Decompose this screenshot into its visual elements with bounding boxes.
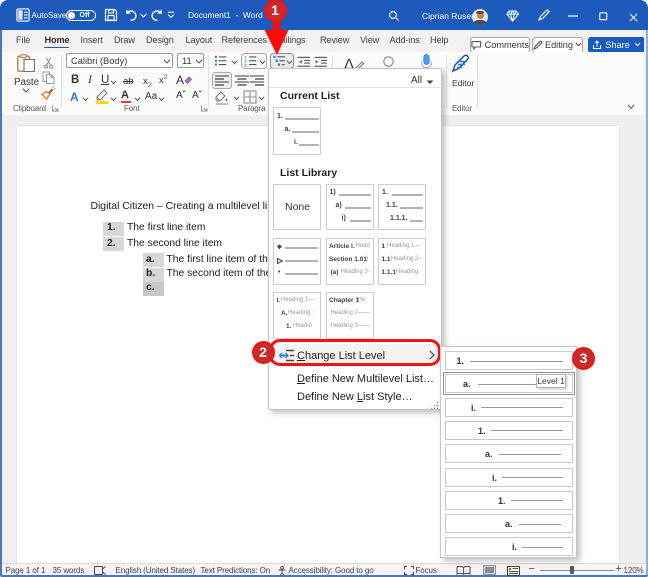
svg-text:A: A [176,73,184,87]
svg-text:3: 3 [244,63,247,67]
